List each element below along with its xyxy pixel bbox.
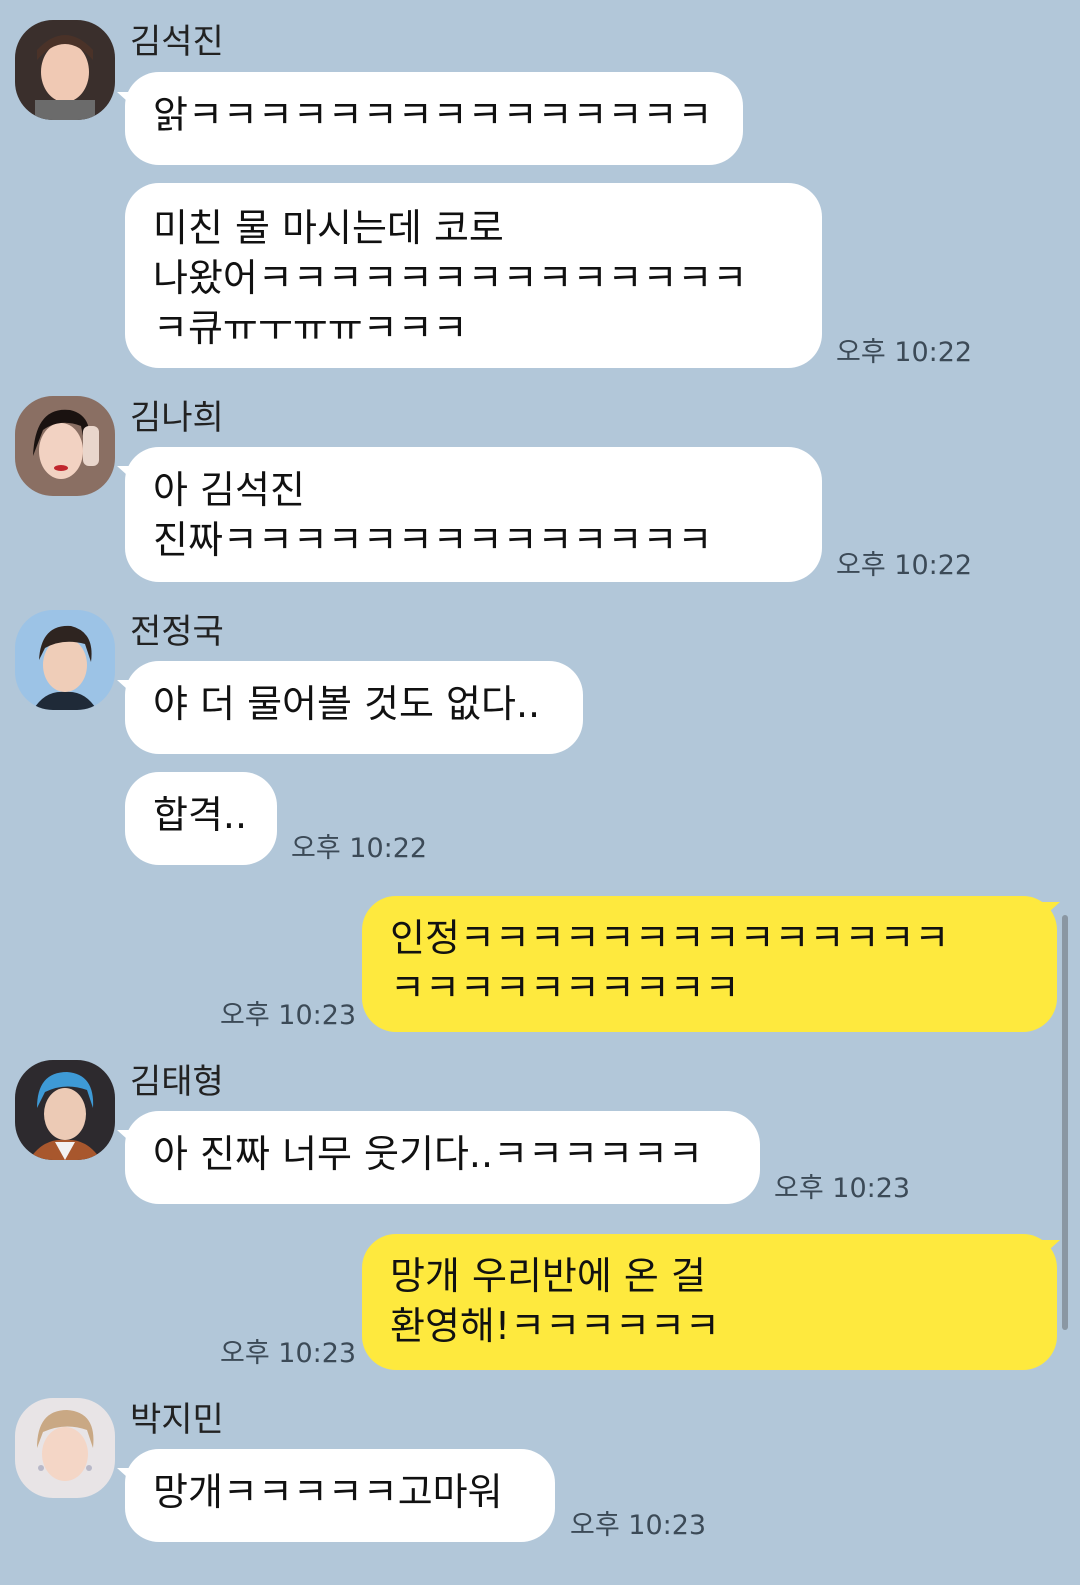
my-message-bubble[interactable]: 망개 우리반에 온 걸 환영해!ㅋㅋㅋㅋㅋㅋ [362,1234,1057,1370]
message-bubble[interactable]: 아 진짜 너무 웃기다..ㅋㅋㅋㅋㅋㅋ [125,1111,760,1204]
message-bubble[interactable]: 합격.. [125,772,277,865]
message-time: 오후 10:22 [836,337,973,368]
message-time: 오후 10:23 [774,1173,911,1204]
message-bubble[interactable]: 망개ㅋㅋㅋㅋㅋ고마워 [125,1449,555,1542]
sender-name: 박지민 [130,1400,224,1440]
message-bubble[interactable]: 미친 물 마시는데 코로 나왔어ㅋㅋㅋㅋㅋㅋㅋㅋㅋㅋㅋㅋㅋㅋ ㅋ큐ㅠㅜㅠㅠㅋㅋㅋ [125,183,822,368]
message-time: 오후 10:22 [291,833,428,864]
message-time: 오후 10:23 [570,1510,707,1541]
chat-area[interactable]: 김석진 앍ㅋㅋㅋㅋㅋㅋㅋㅋㅋㅋㅋㅋㅋㅋㅋ 미친 물 마시는데 코로 나왔어ㅋㅋㅋ… [0,0,1080,1585]
message-bubble[interactable]: 아 김석진 진짜ㅋㅋㅋㅋㅋㅋㅋㅋㅋㅋㅋㅋㅋㅋ [125,447,822,582]
avatar-park-jimin[interactable] [15,1398,115,1498]
sender-name: 김태형 [130,1062,224,1102]
message-bubble[interactable]: 앍ㅋㅋㅋㅋㅋㅋㅋㅋㅋㅋㅋㅋㅋㅋㅋ [125,72,743,165]
message-time: 오후 10:22 [836,550,973,581]
avatar-jeon-jungkook[interactable] [15,610,115,710]
avatar-kim-taehyung[interactable] [15,1060,115,1160]
avatar-kim-seokjin[interactable] [15,20,115,120]
message-time: 오후 10:23 [220,1338,357,1369]
avatar-kim-nahee[interactable] [15,396,115,496]
my-message-bubble[interactable]: 인정ㅋㅋㅋㅋㅋㅋㅋㅋㅋㅋㅋㅋㅋㅋ ㅋㅋㅋㅋㅋㅋㅋㅋㅋㅋ [362,896,1057,1032]
message-time: 오후 10:23 [220,1000,357,1031]
sender-name: 김나희 [130,398,224,438]
scrollbar[interactable] [1062,915,1068,1330]
sender-name: 김석진 [130,22,224,62]
message-bubble[interactable]: 야 더 물어볼 것도 없다.. [125,661,583,754]
sender-name: 전정국 [130,612,224,652]
